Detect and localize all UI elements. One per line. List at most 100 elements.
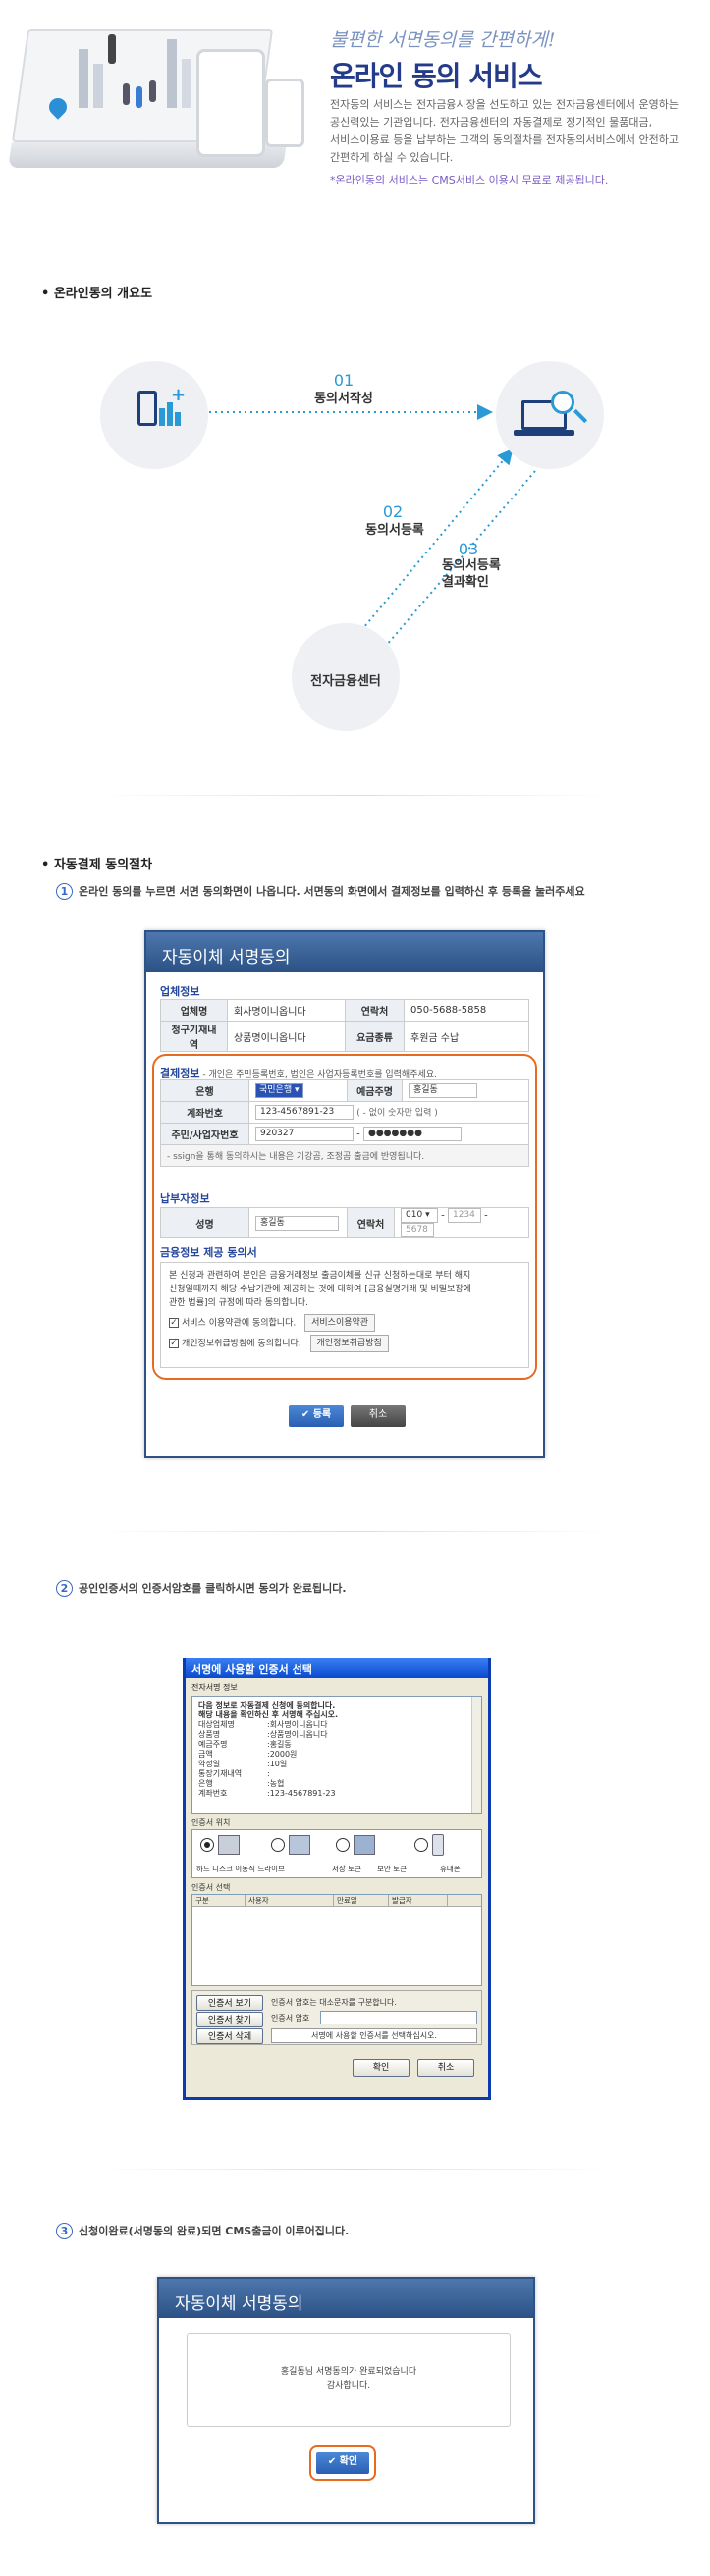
find-cert-button[interactable]: 인증서 찾기 bbox=[196, 2012, 263, 2027]
bar-icon bbox=[159, 408, 165, 426]
step-text: 신청이완료(서명동의 완료)되면 CMS출금이 이루어집니다. bbox=[79, 2225, 350, 2237]
consent-text-line: 관한 법률]의 규정에 따라 동의합니다. bbox=[169, 1298, 309, 1308]
radio-hard-disk[interactable] bbox=[200, 1838, 214, 1852]
ok-highlight: ✔ 확인 bbox=[309, 2445, 376, 2481]
ok-button[interactable]: ✔ 확인 bbox=[316, 2452, 369, 2474]
sign-info-value: :회사명이니옵니다 bbox=[267, 1720, 328, 1729]
phone-prefix-select[interactable]: 010 ▾ bbox=[401, 1208, 438, 1223]
sign-info-value: :123-4567891-23 bbox=[267, 1789, 336, 1798]
signature-form-dialog: 자동이체 서명동의 업체정보 업체명 회사명이니옵니다 연락처 050-5688… bbox=[144, 930, 545, 1458]
sign-info-key: 금액 bbox=[198, 1750, 213, 1759]
hero-desc-line: 전자동의 서비스는 전자금융시장을 선도하고 있는 전자금융센터에서 운영하는 bbox=[330, 98, 679, 111]
loc-storage-label: 저장 토큰 bbox=[332, 1865, 361, 1873]
certificate-window: 서명에 사용할 인증서 선택 전자서명 정보 다음 정보로 자동결제 신청에 동… bbox=[183, 1658, 491, 2100]
bank-label: 은행 bbox=[160, 1079, 249, 1102]
process-step1: 1 온라인 동의를 누르면 서면 동의화면이 나옵니다. 서면동의 화면에서 결제… bbox=[56, 883, 585, 900]
hero-note: *온라인동의 서비스는 CMS서비스 이용시 무료로 제공됩니다. bbox=[330, 174, 609, 186]
person-icon bbox=[136, 86, 142, 108]
radio-security-token[interactable] bbox=[336, 1838, 350, 1852]
bank-cell: 국민은행 ▾ bbox=[248, 1079, 348, 1102]
col-issuer[interactable]: 발급자 bbox=[389, 1895, 448, 1906]
cancel-button[interactable]: 취소 bbox=[351, 1405, 406, 1427]
consent-text-line: 본 신청과 관련하여 본인은 금융거래정보 출금이체를 신규 신청하는대로 부터… bbox=[169, 1271, 471, 1281]
hero-description: 전자동의 서비스는 전자금융시장을 선도하고 있는 전자금융센터에서 운영하는 … bbox=[330, 96, 698, 167]
register-button[interactable]: ✔ 등록 bbox=[289, 1405, 344, 1427]
step-number-badge: 1 bbox=[56, 883, 73, 900]
sign-info-value: :2000원 bbox=[267, 1750, 298, 1759]
process-step2: 2 공인인증서의 인증서암호를 클릭하시면 동의가 완료됩니다. bbox=[56, 1580, 347, 1597]
person-icon bbox=[123, 83, 130, 105]
status-message: 서명에 사용할 인증서를 선택하십시오. bbox=[271, 2028, 477, 2043]
payment-info-table: 은행 국민은행 ▾ 예금주명 홍길동 계좌번호 123-4567891-23 (… bbox=[160, 1079, 529, 1167]
phone-prefix-value: 010 bbox=[406, 1210, 423, 1220]
hard-disk-icon[interactable] bbox=[218, 1835, 240, 1855]
cert-location-box: 하드 디스크 이동식 드라이브 저장 토큰 보안 토큰 휴대폰 bbox=[191, 1829, 482, 1878]
computer-circle bbox=[496, 361, 604, 469]
terms-button[interactable]: 서비스이용약관 bbox=[304, 1314, 376, 1332]
sign-info-key: 상품명 bbox=[198, 1730, 221, 1739]
company-info-table: 업체명 회사명이니옵니다 연락처 050-5688-5858 청구기재내역 상품… bbox=[160, 999, 529, 1052]
sign-info-key: 약정일 bbox=[198, 1760, 221, 1768]
process-step3: 3 신청이완료(서명동의 완료)되면 CMS출금이 이루어집니다. bbox=[56, 2223, 349, 2239]
col-type[interactable]: 구분 bbox=[192, 1895, 246, 1906]
bar-icon bbox=[167, 402, 173, 426]
hero-desc-line: 간편하게 하실 수 있습니다. bbox=[330, 151, 454, 164]
radio-phone[interactable] bbox=[414, 1838, 428, 1852]
password-hint: 인증서 암호는 대소문자를 구분합니다. bbox=[271, 1998, 397, 2007]
completion-message: 홍길동님 서명동의가 완료되었습니다 bbox=[280, 2367, 417, 2377]
payer-name-cell: 홍길동 bbox=[248, 1207, 348, 1238]
hero-desc-line: 서비스이용료 등을 납부하는 고객의 동의절차를 전자동의서비스에서 안전하고 bbox=[330, 133, 679, 146]
scrollbar[interactable] bbox=[471, 1697, 481, 1813]
hero-slogan: 불편한 서면동의를 간편하게! bbox=[330, 29, 556, 51]
consent-box: 본 신청과 관련하여 본인은 금융거래정보 출금이체를 신규 신청하는대로 부터… bbox=[160, 1262, 529, 1368]
security-token-icon[interactable] bbox=[354, 1835, 375, 1855]
view-cert-button[interactable]: 인증서 보기 bbox=[196, 1995, 263, 2011]
payer-phone-cell: 010 ▾ - 1234 - 5678 bbox=[394, 1207, 529, 1238]
phone-middle-input[interactable]: 1234 bbox=[447, 1208, 481, 1223]
cert-list[interactable]: 구분 사용자 만료일 발급자 bbox=[191, 1894, 482, 1986]
id-front-input[interactable]: 920327 bbox=[255, 1127, 354, 1141]
cancel-button[interactable]: 취소 bbox=[417, 2059, 474, 2077]
privacy-button[interactable]: 개인정보취급방침 bbox=[309, 1335, 389, 1352]
thanks-message: 감사합니다. bbox=[326, 2381, 371, 2391]
step3-label: 동의서등록 결과확인 bbox=[442, 557, 530, 591]
radio-storage-token[interactable] bbox=[271, 1838, 285, 1852]
ssign-note: - ssign을 통해 동의하시는 내용은 기강곰, 조정곰 출금에 반영됩니다… bbox=[160, 1144, 529, 1167]
cert-list-header: 구분 사용자 만료일 발급자 bbox=[192, 1895, 481, 1907]
loc-security-label: 보안 토큰 bbox=[377, 1865, 407, 1873]
overview-title: • 온라인동의 개요도 bbox=[41, 287, 153, 301]
agree-terms-checkbox[interactable]: ✓ bbox=[169, 1318, 179, 1328]
owner-input[interactable]: 홍길동 bbox=[409, 1083, 477, 1098]
section-divider bbox=[93, 2169, 614, 2170]
agree-privacy-checkbox[interactable]: ✓ bbox=[169, 1339, 179, 1348]
step3-label-line: 동의서등록 bbox=[442, 558, 501, 573]
sign-info-row: 상품명:상품명이니옵니다 bbox=[198, 1730, 475, 1740]
id-cell: 920327 - ●●●●●●● bbox=[248, 1123, 529, 1145]
fee-value: 후원금 수납 bbox=[404, 1021, 529, 1052]
building-icon bbox=[93, 64, 103, 108]
account-input[interactable]: 123-4567891-23 bbox=[255, 1105, 354, 1120]
mobile-phone-icon[interactable] bbox=[432, 1834, 444, 1856]
building-icon bbox=[79, 49, 88, 108]
col-user[interactable]: 사용자 bbox=[246, 1895, 334, 1906]
sign-info-row: 계좌번호:123-4567891-23 bbox=[198, 1789, 475, 1799]
sign-info-row: 은행:농협 bbox=[198, 1779, 475, 1789]
bank-select[interactable]: 국민은행 ▾ bbox=[255, 1083, 303, 1098]
company-name-label: 업체명 bbox=[160, 999, 228, 1022]
traffic-light-icon bbox=[108, 34, 116, 64]
col-expiry[interactable]: 만료일 bbox=[334, 1895, 389, 1906]
phone-last-input[interactable]: 5678 bbox=[401, 1223, 434, 1237]
delete-cert-button[interactable]: 인증서 삭제 bbox=[196, 2028, 263, 2044]
hero-title: 온라인 동의 서비스 bbox=[330, 60, 543, 92]
completion-dialog: 자동이체 서명동의 홍길동님 서명동의가 완료되었습니다 감사합니다. ✔ 확인 bbox=[157, 2277, 535, 2524]
process-title: • 자동결제 동의절차 bbox=[41, 858, 153, 872]
id-back-input[interactable]: ●●●●●●● bbox=[362, 1127, 462, 1141]
password-input[interactable] bbox=[320, 2011, 477, 2024]
confirm-button[interactable]: 확인 bbox=[353, 2059, 410, 2077]
storage-token-icon[interactable] bbox=[289, 1835, 310, 1855]
center-label: 전자금융센터 bbox=[310, 674, 381, 689]
payer-phone-label: 연락처 bbox=[347, 1207, 395, 1238]
payer-name-input[interactable]: 홍길동 bbox=[255, 1215, 339, 1231]
consent-text-line: 신청일때까지 해당 수납기관에 제공하는 것에 대하여 [금융실명거래 및 비밀… bbox=[169, 1285, 471, 1294]
cert-select-label: 인증서 선택 bbox=[191, 1883, 231, 1892]
